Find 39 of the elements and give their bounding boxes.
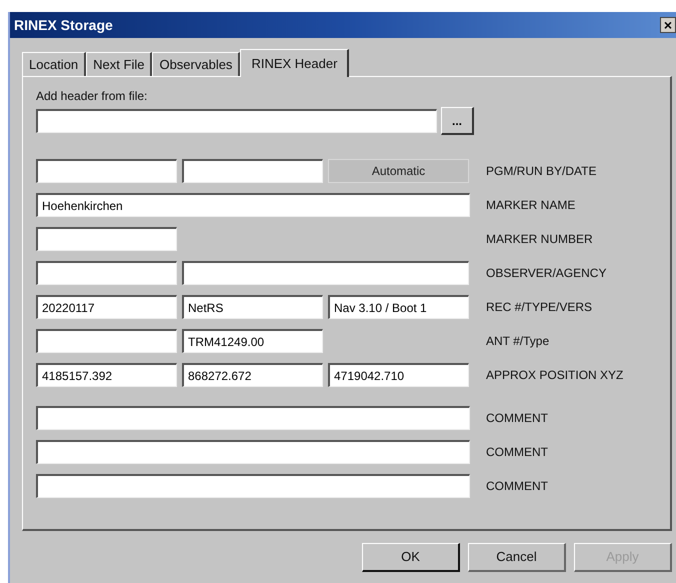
field-label: COMMENT xyxy=(486,410,548,427)
field-label: APPROX POSITION XYZ xyxy=(486,367,624,384)
comment-field[interactable] xyxy=(36,440,470,464)
field-label: MARKER NUMBER xyxy=(486,231,593,248)
field-label: REC #/TYPE/VERS xyxy=(486,299,592,316)
field-label: OBSERVER/AGENCY xyxy=(486,265,606,282)
field-label: PGM/RUN BY/DATE xyxy=(486,163,596,180)
text-field[interactable] xyxy=(36,261,177,285)
text-field[interactable] xyxy=(36,329,177,353)
text-field[interactable] xyxy=(182,159,323,183)
dialog-button[interactable]: Cancel xyxy=(468,543,566,572)
window-title: RINEX Storage xyxy=(14,16,113,35)
field-label: COMMENT xyxy=(486,478,548,495)
field-label: ANT #/Type xyxy=(486,333,550,350)
tab[interactable]: Location xyxy=(22,52,86,76)
comment-field[interactable] xyxy=(36,406,470,430)
field-label: MARKER NAME xyxy=(486,197,576,214)
browse-button[interactable]: ... xyxy=(441,107,474,135)
tab[interactable]: RINEX Header xyxy=(240,49,350,77)
text-field[interactable]: NetRS xyxy=(182,295,323,319)
field-label: COMMENT xyxy=(486,444,548,461)
text-field[interactable]: 20220117 xyxy=(36,295,177,319)
file-label: Add header from file: xyxy=(36,88,148,105)
text-field[interactable]: TRM41249.00 xyxy=(182,329,323,353)
comment-field[interactable] xyxy=(36,474,470,498)
dialog-button[interactable]: OK xyxy=(362,543,460,572)
text-field[interactable] xyxy=(182,261,469,285)
file-path-field[interactable] xyxy=(36,109,437,133)
text-field[interactable]: 4719042.710 xyxy=(328,363,469,387)
text-field[interactable]: Hoehenkirchen xyxy=(36,193,470,217)
text-field[interactable] xyxy=(36,159,177,183)
text-field[interactable]: Nav 3.10 / Boot 1 xyxy=(328,295,469,319)
close-button[interactable]: × xyxy=(660,17,676,33)
tab[interactable]: Next File xyxy=(86,52,152,76)
text-field[interactable]: 868272.672 xyxy=(182,363,323,387)
text-field[interactable]: 4185157.392 xyxy=(36,363,177,387)
text-field[interactable] xyxy=(36,227,177,251)
tab[interactable]: Observables xyxy=(152,52,240,76)
automatic-field: Automatic xyxy=(328,159,469,183)
